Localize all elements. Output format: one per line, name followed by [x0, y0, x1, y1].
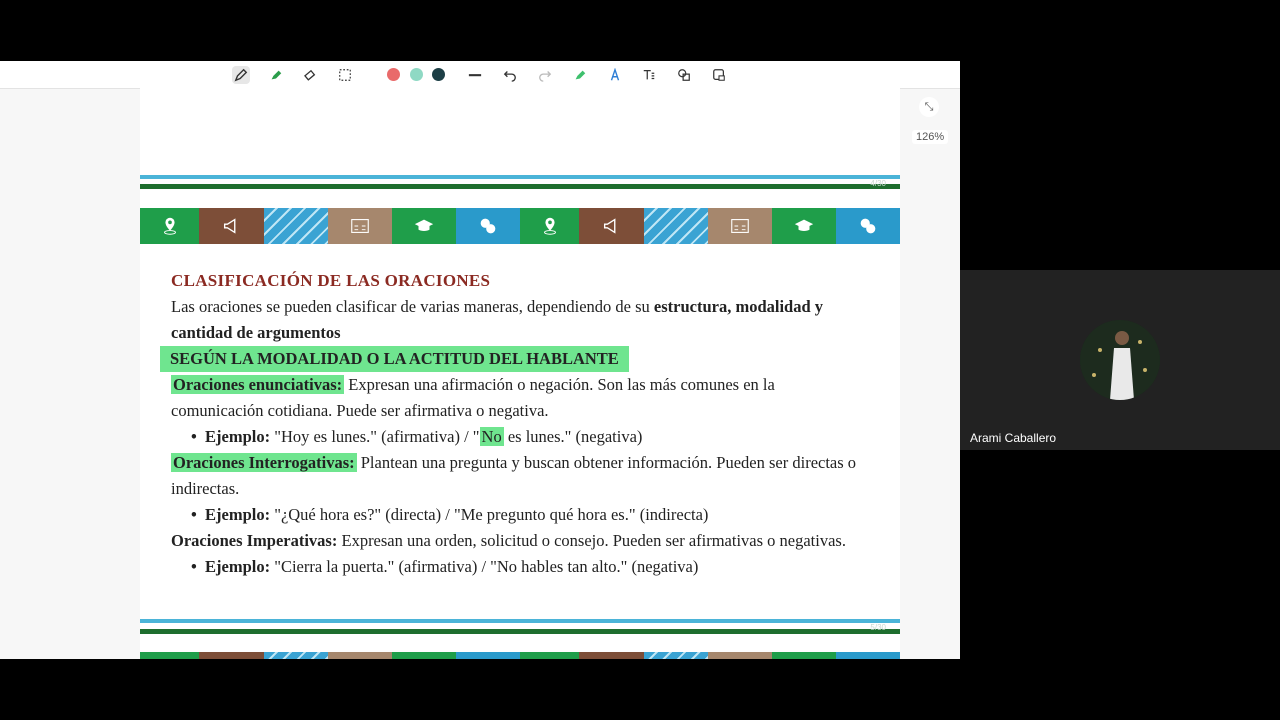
- example-text: es lunes." (negativa): [503, 427, 643, 446]
- decorative-pattern: [644, 208, 708, 244]
- definition-text: Expresan una orden, solicitud o consejo.…: [337, 531, 846, 550]
- zoom-level: 126%: [912, 130, 949, 144]
- highlighted-word: No: [479, 427, 504, 446]
- banner-tile: [392, 652, 456, 659]
- color-teal[interactable]: [410, 68, 423, 81]
- example-text: "¿Qué hora es?" (directa) / "Me pregunto…: [270, 505, 709, 524]
- participant-name: Arami Caballero: [970, 431, 1057, 445]
- document-page: 4/30 CLASIFICACIÓN DE LAS ORACIONES Las …: [140, 88, 900, 659]
- color-dark[interactable]: [432, 68, 445, 81]
- highlighter-icon[interactable]: [267, 66, 285, 84]
- section-heading: CLASIFICACIÓN DE LAS ORACIONES: [171, 271, 491, 290]
- color-red[interactable]: [387, 68, 400, 81]
- avatar: [1080, 320, 1160, 400]
- redo-icon[interactable]: [536, 66, 554, 84]
- banner-tile: [644, 652, 708, 659]
- banner-tile: [456, 652, 520, 659]
- text-effect-icon[interactable]: [606, 66, 624, 84]
- term-label: Oraciones Interrogativas:: [171, 453, 357, 472]
- intro-text: Las oraciones se pueden clasificar de va…: [171, 297, 654, 316]
- subheading: SEGÚN LA MODALIDAD O LA ACTITUD DEL HABL…: [160, 346, 629, 372]
- example-text: "Cierra la puerta." (afirmativa) / "No h…: [270, 557, 699, 576]
- banner-tile: [199, 652, 264, 659]
- definition-paragraph: Oraciones enunciativas: Expresan una afi…: [171, 372, 871, 424]
- classroom-icon: [708, 208, 772, 244]
- example-label: Ejemplo:: [205, 505, 271, 524]
- megaphone-icon: [579, 208, 644, 244]
- example-label: Ejemplo:: [205, 557, 271, 576]
- banner-tile: [520, 652, 579, 659]
- page-divider: [140, 175, 900, 179]
- undo-icon[interactable]: [501, 66, 519, 84]
- example-item: Ejemplo: "Cierra la puerta." (afirmativa…: [171, 554, 871, 580]
- definition-paragraph: Oraciones Imperativas: Expresan una orde…: [171, 528, 871, 554]
- page-divider: [140, 184, 900, 189]
- example-text: "Hoy es lunes." (afirmativa) / ": [270, 427, 480, 446]
- lock-icon[interactable]: [710, 66, 728, 84]
- intro-paragraph: Las oraciones se pueden clasificar de va…: [171, 294, 871, 346]
- page-number: 5/30: [870, 623, 886, 632]
- location-icon: [140, 208, 199, 244]
- classroom-icon: [328, 208, 392, 244]
- banner-tile: [579, 652, 644, 659]
- shapes-icon[interactable]: [675, 66, 693, 84]
- page-number: 4/30: [870, 179, 886, 188]
- example-item: Ejemplo: "Hoy es lunes." (afirmativa) / …: [171, 424, 871, 450]
- annotation-toolbar: [0, 61, 960, 89]
- decorative-pattern: [264, 208, 328, 244]
- shared-screen: 4/30 CLASIFICACIÓN DE LAS ORACIONES Las …: [0, 61, 960, 659]
- decorative-banner: [140, 208, 900, 244]
- term-label: Oraciones Imperativas:: [171, 531, 338, 550]
- pen-icon[interactable]: [232, 66, 250, 84]
- definition-paragraph: Oraciones Interrogativas: Plantean una p…: [171, 450, 871, 502]
- banner-tile: [772, 652, 836, 659]
- page-divider: [140, 629, 900, 634]
- graduation-cap-icon: [392, 208, 456, 244]
- select-icon[interactable]: [336, 66, 354, 84]
- marker-icon[interactable]: [571, 66, 589, 84]
- example-label: Ejemplo:: [205, 427, 271, 446]
- location-icon: [520, 208, 579, 244]
- chat-bubbles-icon: [456, 208, 520, 244]
- page-divider: [140, 619, 900, 623]
- participant-video[interactable]: Arami Caballero: [960, 270, 1280, 450]
- chat-bubbles-icon: [836, 208, 900, 244]
- banner-tile: [140, 652, 199, 659]
- eraser-icon[interactable]: [301, 66, 319, 84]
- graduation-cap-icon: [772, 208, 836, 244]
- banner-tile: [264, 652, 328, 659]
- banner-tile: [836, 652, 900, 659]
- banner-tile: [708, 652, 772, 659]
- participant-photo: [1080, 320, 1160, 400]
- megaphone-icon: [199, 208, 264, 244]
- document-content: CLASIFICACIÓN DE LAS ORACIONES Las oraci…: [160, 268, 871, 580]
- decorative-banner: [140, 652, 900, 659]
- stroke-width-icon[interactable]: [466, 66, 484, 84]
- example-item: Ejemplo: "¿Qué hora es?" (directa) / "Me…: [171, 502, 871, 528]
- text-box-icon[interactable]: [640, 66, 658, 84]
- term-label: Oraciones enunciativas:: [171, 375, 345, 394]
- banner-tile: [328, 652, 392, 659]
- collapse-icon[interactable]: ⤡: [919, 97, 939, 117]
